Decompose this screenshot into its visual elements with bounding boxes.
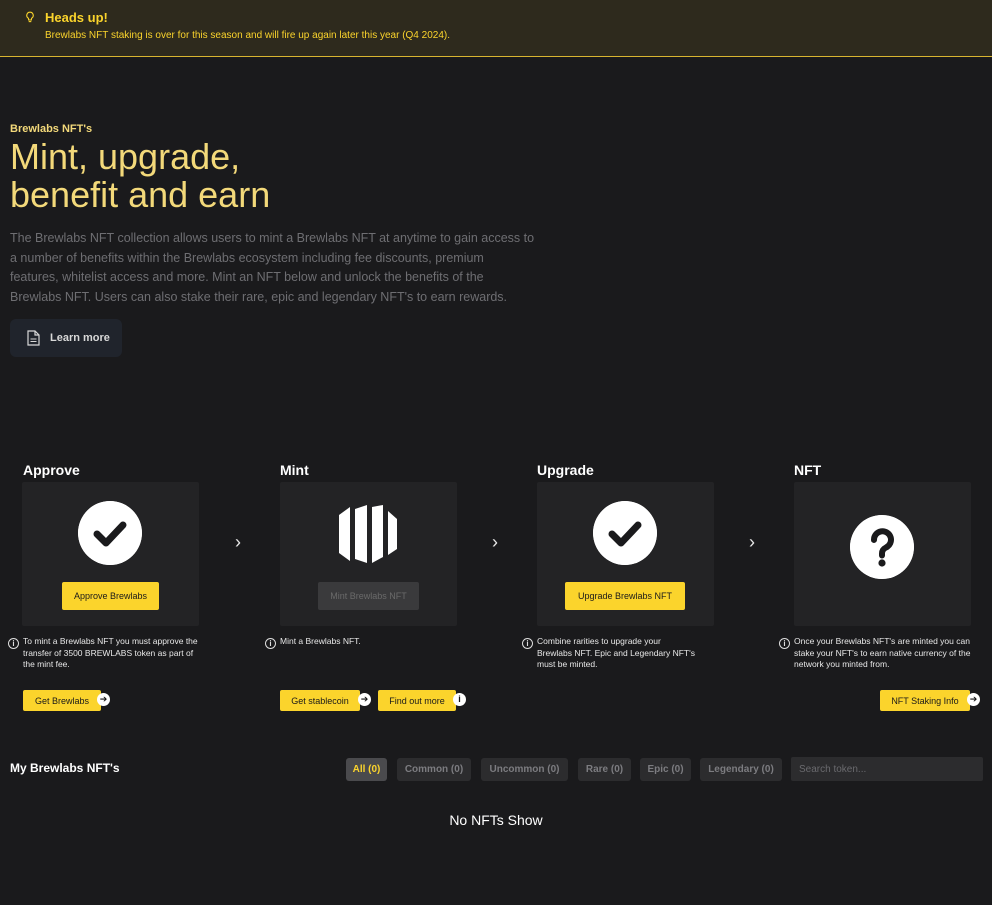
info-icon[interactable]: i [453,693,466,706]
approve-card: Approve Brewlabs [22,482,199,626]
approve-info-text: To mint a Brewlabs NFT you must approve … [23,636,198,669]
hero-headline: Mint, upgrade, benefit and earn [10,138,270,214]
nft-card [794,482,971,626]
headline-line-2: benefit and earn [10,174,271,215]
filter-common[interactable]: Common (0) [397,758,471,781]
learn-more-button[interactable]: Learn more [10,319,122,357]
check-circle-icon [78,501,142,565]
arrow-right-icon[interactable]: ➔ [967,693,980,706]
chevron-right-icon: › [235,532,241,552]
upgrade-card: Upgrade Brewlabs NFT [537,482,714,626]
approve-brewlabs-button[interactable]: Approve Brewlabs [62,582,159,610]
filter-uncommon[interactable]: Uncommon (0) [481,758,568,781]
get-stablecoin-button[interactable]: Get stablecoin [280,690,360,711]
find-out-more-button[interactable]: Find out more [378,690,456,711]
mint-brewlabs-nft-button[interactable]: Mint Brewlabs NFT [318,582,419,610]
filter-rare[interactable]: Rare (0) [578,758,631,781]
banner-message: Brewlabs NFT staking is over for this se… [45,30,450,41]
nft-info-text: Once your Brewlabs NFT's are minted you … [794,636,971,669]
arrow-right-icon[interactable]: ➔ [358,693,371,706]
mint-info-text: Mint a Brewlabs NFT. [280,636,361,646]
empty-state-text: No NFTs Show [449,812,543,828]
chevron-right-icon: › [749,532,755,552]
info-icon: i [265,638,276,649]
learn-more-label: Learn more [50,332,110,344]
chevron-right-icon: › [492,532,498,552]
hero-description: The Brewlabs NFT collection allows users… [10,231,535,304]
filter-legendary[interactable]: Legendary (0) [700,758,782,781]
hero-eyebrow: Brewlabs NFT's [10,123,93,135]
filter-epic[interactable]: Epic (0) [640,758,691,781]
arrow-right-icon[interactable]: ➔ [97,693,110,706]
brewlabs-logo-icon [339,505,397,563]
check-circle-icon [593,501,657,565]
upgrade-brewlabs-nft-button[interactable]: Upgrade Brewlabs NFT [565,582,685,610]
step-title-upgrade: Upgrade [537,462,594,478]
mint-card: Mint Brewlabs NFT [280,482,457,626]
headline-line-1: Mint, upgrade, [10,136,241,177]
filter-all[interactable]: All (0) [346,758,387,781]
my-nfts-title: My Brewlabs NFT's [10,761,120,775]
question-circle-icon [850,515,914,579]
banner-title: Heads up! [45,10,108,25]
info-icon: i [522,638,533,649]
search-token-input[interactable] [791,757,983,781]
get-brewlabs-button[interactable]: Get Brewlabs [23,690,101,711]
step-title-nft: NFT [794,462,822,478]
step-title-approve: Approve [23,462,80,478]
info-icon: i [8,638,19,649]
bulb-icon [26,11,34,23]
step-title-mint: Mint [280,462,309,478]
upgrade-info-text: Combine rarities to upgrade your Brewlab… [537,636,695,669]
document-icon [27,330,40,346]
nft-staking-info-button[interactable]: NFT Staking Info [880,690,970,711]
announcement-banner: Heads up! Brewlabs NFT staking is over f… [0,0,992,57]
info-icon: i [779,638,790,649]
